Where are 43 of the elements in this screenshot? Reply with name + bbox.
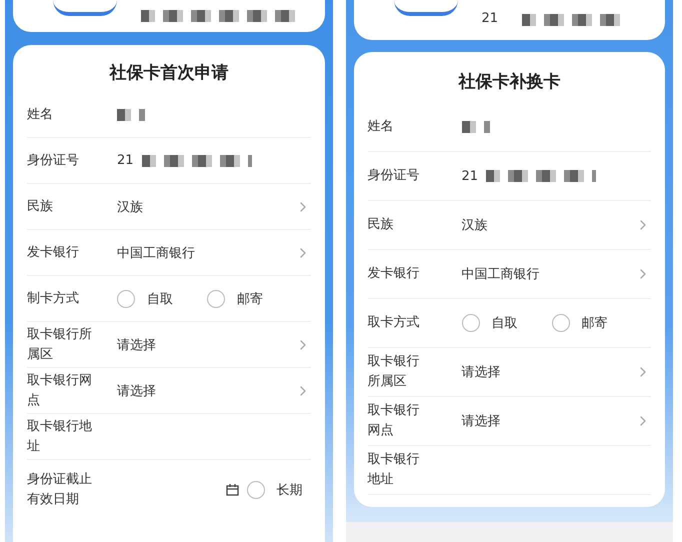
option-label: 自取 <box>492 315 518 332</box>
redacted-mask <box>462 121 490 133</box>
field-value[interactable]: 请选择 <box>462 363 500 381</box>
option-label: 长期 <box>276 482 302 499</box>
field-value: 21 <box>462 168 478 184</box>
field-value[interactable]: 请选择 <box>462 412 500 430</box>
field-value[interactable]: 汉族 <box>117 198 143 216</box>
field-label: 姓名 <box>27 106 54 124</box>
field-label: 发卡银行 <box>27 244 80 262</box>
field-value[interactable]: 请选择 <box>117 382 156 400</box>
field-label: 取卡银行地址 <box>368 451 420 489</box>
option-label: 邮寄 <box>237 290 263 308</box>
field-label: 身份证号 <box>368 167 420 185</box>
field-label: 取卡银行所属区 <box>368 353 420 391</box>
field-value[interactable]: 请选择 <box>117 336 156 354</box>
field-value: 21 <box>117 153 134 168</box>
field-label: 身份证号 <box>27 152 80 170</box>
redacted-mask <box>117 108 145 120</box>
field-label: 制卡方式 <box>27 290 80 308</box>
form-title: 社保卡补换卡 <box>457 71 562 94</box>
radio-button[interactable] <box>117 290 135 308</box>
field-label: 身份证截止有效日期 <box>27 471 93 509</box>
option-label: 邮寄 <box>582 315 608 332</box>
radio-button[interactable] <box>246 481 264 499</box>
radio-button[interactable] <box>552 314 570 332</box>
field-label: 发卡银行 <box>368 265 420 283</box>
field-value[interactable]: 汉族 <box>462 216 488 234</box>
radio-button[interactable] <box>462 314 480 332</box>
field-label: 取卡银行网点 <box>368 402 420 440</box>
option-label: 自取 <box>147 290 173 308</box>
calendar-icon[interactable] <box>226 484 238 496</box>
field-value[interactable]: 中国工商银行 <box>117 244 195 262</box>
id-number: 21 <box>482 11 498 26</box>
field-label: 取卡银行地址 <box>27 418 93 456</box>
field-label: 姓名 <box>368 118 394 136</box>
field-label: 取卡银行网点 <box>27 372 93 410</box>
field-label: 民族 <box>368 216 394 234</box>
field-label: 取卡银行所属区 <box>27 326 93 364</box>
field-label: 取卡方式 <box>368 314 420 332</box>
radio-button[interactable] <box>207 290 225 308</box>
form-title: 社保卡首次申请 <box>108 62 230 85</box>
field-value[interactable]: 中国工商银行 <box>462 265 540 283</box>
field-label: 民族 <box>27 198 54 216</box>
